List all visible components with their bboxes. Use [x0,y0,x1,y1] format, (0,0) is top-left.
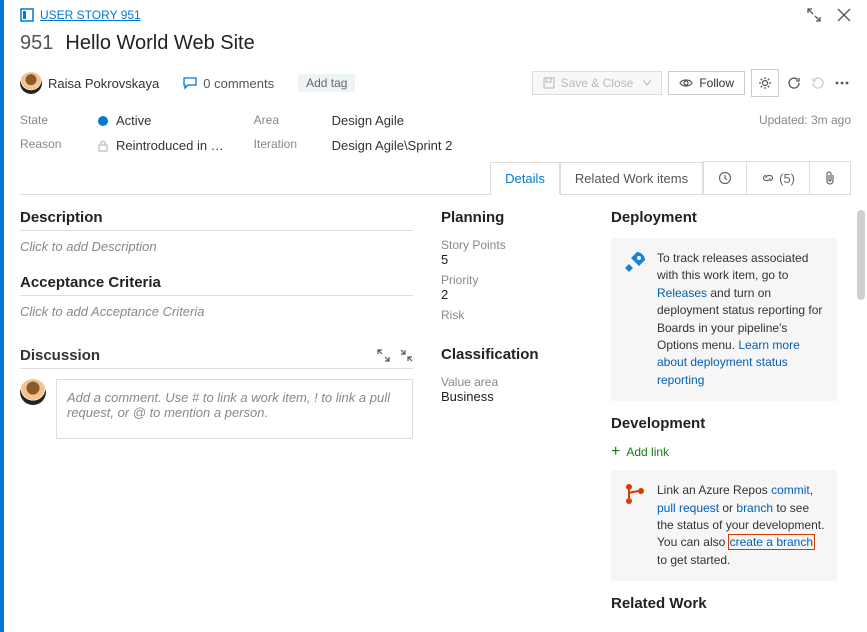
value-area-label: Value area [441,375,591,389]
rocket-icon [623,250,647,389]
updated-text: Updated: 3m ago [759,113,851,127]
area-field[interactable]: Design Agile [332,113,453,128]
tab-history[interactable] [704,162,747,194]
area-label: Area [254,113,302,127]
avatar [20,72,42,94]
create-branch-link[interactable]: create a branch [729,535,814,549]
add-tag-button[interactable]: Add tag [298,74,355,92]
value-area-value[interactable]: Business [441,389,591,404]
add-link-button[interactable]: + Add link [611,444,837,460]
priority-value[interactable]: 2 [441,287,591,302]
expand-icon[interactable] [377,349,390,362]
branch-icon [623,482,647,569]
acceptance-heading: Acceptance Criteria [20,274,413,296]
state-dot-icon [98,116,108,126]
iteration-field[interactable]: Design Agile\Sprint 2 [332,138,453,153]
description-input[interactable]: Click to add Description [20,239,413,254]
reason-field[interactable]: Reintroduced in … [98,138,224,153]
comment-icon [183,76,197,90]
save-icon [543,77,555,89]
branch-link[interactable]: branch [736,501,773,515]
refresh-button[interactable] [785,69,803,97]
more-button[interactable] [833,69,851,97]
eye-icon [679,78,693,88]
story-points-value[interactable]: 5 [441,252,591,267]
priority-label: Priority [441,273,591,287]
pull-request-link[interactable]: pull request [657,501,719,515]
iteration-label: Iteration [254,137,302,151]
description-heading: Description [20,209,413,231]
development-heading: Development [611,415,837,436]
story-points-label: Story Points [441,238,591,252]
development-info-text: Link an Azure Repos commit, pull request… [657,482,825,569]
planning-heading: Planning [441,209,591,230]
tab-related[interactable]: Related Work items [560,162,703,195]
tab-attachments[interactable] [810,162,850,194]
releases-link[interactable]: Releases [657,286,707,300]
close-icon[interactable] [837,8,851,22]
deployment-info-text: To track releases associated with this w… [657,250,825,389]
deployment-heading: Deployment [611,209,837,230]
lock-icon [98,140,108,152]
comments-button[interactable]: 0 comments [183,76,274,91]
state-field[interactable]: Active [98,113,224,128]
chevron-down-icon [643,80,651,86]
collapse-icon[interactable] [400,349,413,362]
scrollbar[interactable] [857,210,865,300]
follow-button[interactable]: Follow [668,71,745,95]
discussion-heading: Discussion [20,347,100,364]
reason-label: Reason [20,137,68,151]
tab-details[interactable]: Details [490,162,560,195]
save-close-button: Save & Close [532,71,663,95]
assignee-name[interactable]: Raisa Pokrovskaya [48,76,159,91]
user-story-icon [20,8,34,22]
discussion-input[interactable]: Add a comment. Use # to link a work item… [56,379,413,439]
avatar [20,379,46,405]
plus-icon: + [611,444,620,460]
undo-button[interactable] [809,69,827,97]
state-label: State [20,113,68,127]
workitem-id: 951 [20,32,53,55]
risk-label: Risk [441,308,591,322]
fullscreen-icon[interactable] [807,8,821,22]
breadcrumb-link[interactable]: USER STORY 951 [40,8,141,22]
classification-heading: Classification [441,346,591,367]
related-work-heading: Related Work [611,595,837,616]
tab-links[interactable]: (5) [747,162,810,194]
commit-link[interactable]: commit [771,483,810,497]
workitem-title[interactable]: Hello World Web Site [65,32,254,55]
acceptance-input[interactable]: Click to add Acceptance Criteria [20,304,413,319]
settings-button[interactable] [751,69,779,97]
